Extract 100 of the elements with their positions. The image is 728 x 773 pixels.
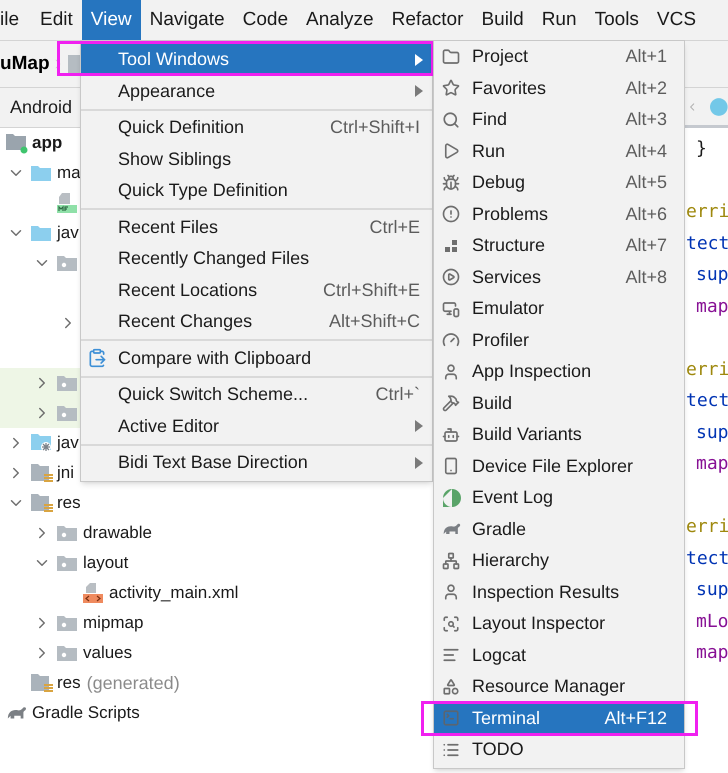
shapes-icon (442, 678, 460, 696)
menu-item[interactable]: Terminal Alt+F12 (434, 702, 684, 734)
menu-bar-item[interactable]: VCS (648, 0, 705, 40)
menu-item[interactable]: Bidi Text Base Direction (81, 447, 432, 478)
code-line: tect (686, 546, 728, 571)
menu-item[interactable]: Quick Switch Scheme... Ctrl+` (81, 379, 432, 410)
menu-bar-item[interactable]: Navigate (140, 0, 234, 40)
phone-icon (442, 457, 460, 476)
menu-item[interactable]: App Inspection (434, 356, 684, 388)
tree-item[interactable]: jni (57, 460, 74, 486)
tree-item[interactable]: activity_main.xml (109, 580, 238, 606)
menu-item[interactable]: Quick Definition Ctrl+Shift+I (81, 112, 432, 144)
folder-icon (442, 48, 460, 66)
menu-item[interactable]: Gradle (434, 514, 684, 545)
menu-bar-item[interactable]: Code (234, 0, 298, 40)
menu-bar-item[interactable]: View (82, 0, 141, 40)
shortcut-text: Alt+3 (625, 108, 667, 132)
code-line: erri (686, 358, 728, 382)
menu-bar-item[interactable]: Refactor (382, 0, 472, 40)
shortcut-text: Alt+7 (625, 234, 667, 258)
folder-icon (56, 614, 78, 632)
menu-item[interactable]: Quick Type Definition (81, 175, 432, 206)
shortcut-text: Alt+6 (625, 202, 667, 226)
menu-item[interactable]: Recent Changes Alt+Shift+C (81, 306, 432, 338)
menu-item[interactable]: Compare with Clipboard (81, 342, 432, 374)
tree-item[interactable]: res (57, 670, 81, 696)
menu-item[interactable]: Debug Alt+5 (434, 167, 684, 198)
menu-item[interactable]: Recently Changed Files (81, 243, 432, 274)
menu-bar-item[interactable]: Build (472, 0, 533, 40)
manifest-file-icon (56, 192, 78, 214)
tree-item[interactable]: ma (57, 160, 81, 186)
tree-item-note: (generated) (86, 672, 180, 695)
code-line: erri (686, 515, 728, 540)
tree-item[interactable]: Gradle Scripts (32, 700, 140, 726)
xml-file-icon (82, 582, 104, 604)
hammer-icon (442, 394, 460, 412)
menu-item[interactable]: Project Alt+1 (434, 41, 684, 72)
code-line: sup (696, 263, 728, 288)
project-name[interactable]: uMap (0, 50, 50, 78)
menu-bar-item[interactable]: Analyze (297, 0, 383, 40)
code-line: tect (686, 389, 728, 414)
play-circle-icon (442, 268, 460, 286)
menu-item[interactable]: Favorites Alt+2 (434, 72, 684, 104)
menu-item[interactable]: Device File Explorer (434, 450, 684, 482)
menu-item[interactable]: Resource Manager (434, 671, 684, 702)
menu-bar-item[interactable]: ile (0, 0, 32, 40)
tree-item[interactable]: mipmap (83, 610, 144, 636)
tree-item[interactable]: drawable (83, 520, 152, 546)
tree-item[interactable]: jav (57, 220, 79, 246)
menu-item[interactable]: Event Log (434, 482, 684, 514)
menu-item[interactable]: Active Editor (81, 410, 432, 442)
terminal-icon (442, 709, 460, 728)
menu-item[interactable]: Recent Files Ctrl+E (81, 212, 432, 243)
menu-item[interactable]: Hierarchy (434, 545, 684, 576)
menu-item[interactable]: Run Alt+4 (434, 136, 684, 167)
shortcut-text: Ctrl+E (369, 216, 420, 239)
code-line: sup (696, 578, 728, 602)
tree-item[interactable]: app (32, 130, 62, 156)
tree-item[interactable]: values (83, 640, 132, 666)
code-line: mLo (696, 610, 728, 634)
menu-bar-item[interactable]: Run (532, 0, 586, 40)
code-line: map (696, 294, 728, 319)
view-selector[interactable]: Android (10, 94, 72, 121)
menu-item[interactable]: Emulator (434, 293, 684, 324)
tree-item[interactable]: jav (57, 430, 79, 456)
bubble-icon (442, 488, 462, 508)
menu-item[interactable]: Structure Alt+7 (434, 230, 684, 262)
menu-bar-item[interactable]: Tools (586, 0, 648, 40)
code-line: map (696, 641, 728, 666)
menu-item[interactable]: Services Alt+8 (434, 262, 684, 293)
star-icon (442, 79, 460, 98)
resource-folder-icon (30, 492, 54, 514)
folder-icon (56, 554, 78, 572)
menu-item[interactable]: Appearance (81, 76, 432, 107)
menu-item[interactable]: Show Siblings (81, 144, 432, 175)
module-folder-icon (5, 132, 29, 154)
shortcut-text: Alt+2 (625, 76, 667, 100)
person-icon (442, 583, 460, 602)
folder-icon (30, 224, 52, 242)
menu-item[interactable]: Logcat (434, 640, 684, 671)
menu-item[interactable]: Profiler (434, 324, 684, 356)
tree-item[interactable]: layout (83, 550, 128, 576)
shortcut-text: Ctrl+` (376, 383, 420, 406)
menu-item[interactable]: Build (434, 388, 684, 419)
menu-item[interactable]: Recent Locations Ctrl+Shift+E (81, 274, 432, 306)
code-line: sup (696, 420, 728, 445)
menu-item[interactable]: TODO (434, 734, 684, 766)
resource-folder-icon (30, 462, 54, 484)
shortcut-text: Alt+8 (625, 266, 667, 289)
menu-item[interactable]: Layout Inspector (434, 608, 684, 640)
menu-item[interactable]: Tool Windows (81, 44, 432, 76)
menu-item[interactable]: Inspection Results (434, 576, 684, 608)
generated-folder-icon (30, 432, 54, 454)
code-line: } (696, 137, 707, 162)
menu-bar-item[interactable]: Edit (31, 0, 82, 40)
tree-item[interactable]: res (57, 490, 81, 516)
menu-item[interactable]: Find Alt+3 (434, 104, 684, 136)
devices-icon (442, 300, 460, 318)
menu-item[interactable]: Problems Alt+6 (434, 198, 684, 230)
menu-item[interactable]: Build Variants (434, 419, 684, 450)
